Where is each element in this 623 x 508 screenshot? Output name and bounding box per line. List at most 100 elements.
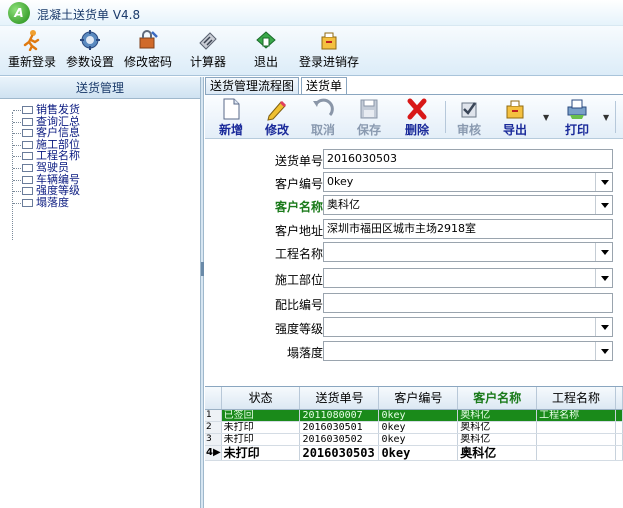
delivery-form: 送货单号 2016030503 客户编号 0key 客户名称 奥科亿 客户地址 …	[205, 140, 623, 383]
field-label: 客户编号	[274, 177, 323, 191]
customer-no-combo[interactable]: 0key	[323, 172, 613, 192]
delete-x-icon	[407, 98, 427, 120]
column-header-customer-name[interactable]: 客户名称	[457, 387, 538, 410]
tab-delivery-flowchart[interactable]: 送货管理流程图	[205, 77, 300, 94]
field-label: 配比编号	[274, 298, 323, 312]
print-dropdown-icon[interactable]: ▼	[603, 113, 609, 122]
calculator-button[interactable]: 计算器	[186, 29, 230, 73]
form-row-strength-grade: 强度等级	[205, 316, 623, 338]
person-run-icon	[23, 30, 40, 51]
splitter-handle[interactable]	[201, 262, 204, 276]
form-row-mix-no: 配比编号	[205, 292, 623, 314]
row-number: 4▶	[205, 445, 222, 461]
status-cell: 未打印	[221, 445, 301, 461]
form-row-customer-address: 客户地址 深圳市福田区城市主场2918室	[205, 218, 623, 240]
settings-button[interactable]: 参数设置	[64, 29, 116, 73]
column-header-order-no[interactable]: 送货单号	[299, 387, 380, 410]
new-document-icon	[223, 98, 240, 120]
calculator-icon	[199, 32, 217, 50]
column-header-customer-no[interactable]: 客户编号	[378, 387, 459, 410]
slump-combo[interactable]	[323, 341, 613, 361]
delivery-grid: 状态 送货单号 客户编号 客户名称 工程名称 1 已签回 2011080007 …	[205, 386, 623, 508]
column-header-status[interactable]: 状态	[221, 387, 301, 410]
export-icon	[506, 100, 524, 119]
delete-button[interactable]: 删除	[397, 97, 437, 137]
customer-name-cell: 奥科亿	[457, 445, 538, 461]
order-no-field[interactable]: 2016030503	[323, 149, 613, 169]
row-number: 3	[205, 433, 222, 446]
customer-name-cell: 奥科亿	[457, 421, 538, 434]
edit-button[interactable]: 修改	[257, 97, 297, 137]
cancel-button[interactable]: 取消	[303, 97, 343, 137]
folder-icon	[22, 163, 33, 172]
folder-icon	[22, 152, 33, 161]
order-no-cell: 2016030503	[299, 445, 380, 461]
project-name-cell: 工程名称	[536, 409, 616, 422]
customer-no-cell: 0key	[378, 433, 459, 446]
change-password-button[interactable]: 修改密码	[122, 29, 174, 73]
table-row-current[interactable]: 4▶ 未打印 2016030503 0key 奥科亿	[205, 445, 623, 461]
left-panel-header: 送货管理	[0, 77, 200, 99]
customer-no-cell: 0key	[378, 409, 459, 422]
customer-name-combo[interactable]: 奥科亿	[323, 195, 613, 215]
folder-icon	[22, 129, 33, 138]
edit-pencil-icon	[267, 100, 287, 121]
exit-button[interactable]: 退出	[246, 29, 286, 73]
print-button[interactable]: 打印	[557, 97, 597, 137]
strength-grade-combo[interactable]	[323, 317, 613, 337]
table-row[interactable]: 3 未打印 2016030502 0key 奥科亿	[205, 433, 623, 446]
status-cell: 未打印	[221, 421, 301, 434]
form-row-order-no: 送货单号 2016030503	[205, 148, 623, 170]
order-no-cell: 2016030502	[299, 433, 380, 446]
chevron-down-icon[interactable]	[595, 196, 612, 214]
undo-icon	[313, 98, 334, 117]
chevron-down-icon[interactable]	[595, 342, 612, 360]
folder-icon	[22, 175, 33, 184]
printer-icon	[567, 99, 587, 119]
field-label: 客户名称	[274, 200, 323, 214]
form-row-slump: 塌落度	[205, 340, 623, 362]
folder-icon	[22, 117, 33, 126]
audit-button[interactable]: 审核	[449, 97, 489, 137]
left-nav-panel: 送货管理 销售发货 查询汇总 客户信息 施工部位 工程名称 驾驶员 车辆编号 强…	[0, 77, 201, 508]
exit-icon	[256, 31, 276, 49]
main-toolbar: 重新登录 参数设置 修改密码 计算器 退出 登录进销存	[0, 26, 623, 76]
relogin-button[interactable]: 重新登录	[6, 29, 58, 73]
tab-delivery-note[interactable]: 送货单	[301, 77, 348, 94]
field-label: 塌落度	[286, 346, 323, 360]
save-button[interactable]: 保存	[349, 97, 389, 137]
table-row[interactable]: 2 未打印 2016030501 0key 奥科亿	[205, 421, 623, 434]
field-label: 强度等级	[274, 322, 323, 336]
nav-item-slump[interactable]: 塌落度	[8, 196, 80, 209]
customer-address-field[interactable]: 深圳市福田区城市主场2918室	[323, 219, 613, 239]
customer-no-cell: 0key	[378, 445, 459, 461]
nav-tree: 销售发货 查询汇总 客户信息 施工部位 工程名称 驾驶员 车辆编号 强度等级 塌…	[8, 104, 80, 240]
new-button[interactable]: 新增	[211, 97, 251, 137]
row-number: 2	[205, 421, 222, 434]
field-label: 施工部位	[274, 273, 323, 287]
panel-splitter[interactable]	[201, 77, 204, 508]
chevron-down-icon[interactable]	[595, 243, 612, 261]
form-row-construction-part: 施工部位	[205, 267, 623, 289]
export-button[interactable]: 导出	[495, 97, 535, 137]
chevron-down-icon[interactable]	[595, 318, 612, 336]
chevron-down-icon[interactable]	[595, 173, 612, 191]
chevron-down-icon[interactable]	[595, 269, 612, 287]
field-label: 送货单号	[274, 154, 323, 168]
field-label: 客户地址	[274, 224, 323, 238]
project-name-cell	[536, 421, 616, 434]
save-disk-icon	[360, 99, 378, 119]
mix-no-field[interactable]	[323, 293, 613, 313]
table-row[interactable]: 1 已签回 2011080007 0key 奥科亿 工程名称	[205, 409, 623, 422]
customer-no-cell: 0key	[378, 421, 459, 434]
login-inventory-button[interactable]: 登录进销存	[298, 29, 360, 73]
export-dropdown-icon[interactable]: ▼	[543, 113, 549, 122]
column-header-project-name[interactable]: 工程名称	[536, 387, 616, 410]
project-name-cell	[536, 433, 616, 446]
record-toolbar: 新增 修改 取消 保存 删除 审核 导出 ▼ 打印 ▼	[205, 94, 623, 139]
construction-part-combo[interactable]	[323, 268, 613, 288]
customer-name-cell: 奥科亿	[457, 433, 538, 446]
folder-icon	[22, 106, 33, 114]
field-label: 工程名称	[274, 247, 323, 261]
project-name-combo[interactable]	[323, 242, 613, 262]
